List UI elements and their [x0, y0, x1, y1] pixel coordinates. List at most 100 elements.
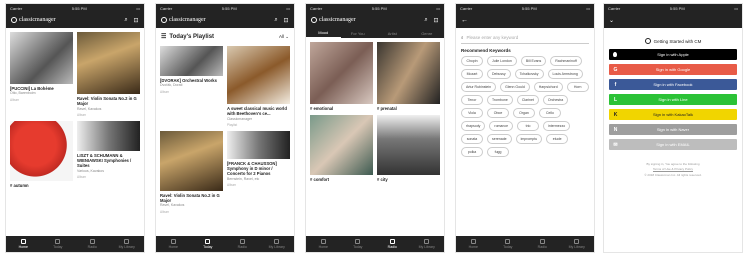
keyword-chip[interactable]: Rachmaninoff [550, 56, 582, 66]
status-bar: Carrier 5:55 PM ▭ [306, 4, 444, 12]
search-icon[interactable]: ⌕ [123, 17, 129, 23]
keyword-chip[interactable]: romance [489, 121, 514, 131]
today-icon [355, 239, 361, 244]
button-label: Sign in with Apple [657, 52, 689, 57]
keyword-chip[interactable]: Organ [513, 108, 535, 118]
keyword-chip[interactable]: Horn [566, 82, 589, 92]
tab-library[interactable]: My Library [260, 236, 295, 252]
search-field[interactable]: ⌕ Please enter any keyword [461, 32, 589, 44]
album-card[interactable]: Ravel: Violin Sonata No.2 in G Major Rav… [77, 32, 140, 117]
mood-grid: # emotional # prenatal # comfort # city [306, 38, 444, 187]
keyword-chip[interactable]: Cello [539, 108, 561, 118]
tab-home[interactable]: Home [156, 236, 191, 252]
tab-genre[interactable]: Genre [410, 28, 445, 38]
keyword-chip[interactable]: Debussy [487, 69, 511, 79]
keyword-chip[interactable]: Orchestra [542, 95, 569, 105]
keyword-chip[interactable]: Oboe [487, 108, 509, 118]
tab-mood[interactable]: Mood [306, 28, 341, 38]
google-signin-button[interactable]: G Sign in with Google [609, 64, 737, 75]
tab-today[interactable]: Today [191, 236, 226, 252]
tab-label: My Library [118, 245, 135, 249]
tab-for-you[interactable]: For You [341, 28, 376, 38]
keyword-chip[interactable]: Clarinet [516, 95, 539, 105]
album-card[interactable]: [DVORAK] Orchestral Works Dvořák, Dorati… [160, 46, 223, 127]
naver-signin-button[interactable]: N Sign in with Naver [609, 124, 737, 135]
lock-icon[interactable]: ⊡ [433, 17, 439, 24]
tab-today[interactable]: Today [41, 236, 76, 252]
app-logo[interactable]: classicmanager [161, 17, 269, 23]
app-logo[interactable]: classicmanager [11, 17, 119, 23]
keyword-chip[interactable]: Mozart [461, 69, 483, 79]
keyword-chip[interactable]: polka [461, 147, 483, 157]
keyword-chip[interactable]: Tchaikovsky [514, 69, 544, 79]
keyword-chip[interactable]: Julie London [487, 56, 517, 66]
tab-today[interactable]: Today [341, 236, 376, 252]
chevron-down-icon[interactable]: ⌄ [609, 17, 614, 24]
radio-icon [239, 239, 245, 244]
album-card[interactable]: Ravel: Violin Sonata No.2 in G Major Rav… [160, 130, 223, 214]
keyword-chip[interactable]: Bill Evans [520, 56, 547, 66]
keyword-chip[interactable]: Glenn Gould [500, 82, 530, 92]
tab-radio[interactable]: Radio [75, 236, 110, 252]
tab-home[interactable]: Home [456, 236, 491, 252]
mood-card[interactable]: # prenatal [377, 42, 440, 111]
tab-radio[interactable]: Radio [375, 236, 410, 252]
tab-today[interactable]: Today [491, 236, 526, 252]
tab-home[interactable]: Home [6, 236, 41, 252]
facebook-signin-button[interactable]: f Sign in with Facebook [609, 79, 737, 90]
terms-link[interactable]: Terms of Use & Privacy Policy [604, 167, 742, 172]
album-artist: Various, Kavakos [77, 168, 104, 173]
status-bar: Carrier 5:55 PM ▭ [156, 4, 294, 12]
keyword-chip[interactable]: rhapsody [461, 121, 486, 131]
keyword-chip[interactable]: Louis Armstrong [547, 69, 583, 79]
keyword-chip[interactable]: impromptu [515, 134, 543, 144]
album-type: Album [77, 175, 87, 179]
mood-card[interactable]: # comfort [310, 115, 373, 182]
keyword-chip[interactable]: Trombone [487, 95, 513, 105]
keyword-chip[interactable]: fugg [487, 147, 509, 157]
mood-card[interactable]: # city [377, 115, 440, 182]
app-logo[interactable]: classicmanager [311, 17, 419, 23]
album-card[interactable]: [PUCCINI] La Bohème Otto, Barenboim Albu… [10, 32, 73, 117]
album-card[interactable]: LISZT & SCHUMANN & WIENIAWSKI Symphonies… [77, 120, 140, 188]
keyword-chip[interactable]: Chopin [461, 56, 483, 66]
tab-radio[interactable]: Radio [225, 236, 260, 252]
search-icon[interactable]: ⌕ [423, 17, 429, 23]
tab-label: Home [318, 245, 328, 249]
keyword-chip[interactable]: Viola [461, 108, 483, 118]
apple-signin-button[interactable]: Sign in with Apple [609, 49, 737, 60]
mood-card[interactable]: # autumn [10, 120, 73, 188]
lock-icon[interactable]: ⊡ [283, 17, 289, 24]
keyword-chip[interactable]: sonata [461, 134, 483, 144]
tab-artist[interactable]: Artist [375, 28, 410, 38]
keyword-chip[interactable]: trio [517, 121, 540, 131]
home-icon [170, 239, 176, 244]
tab-library[interactable]: My Library [410, 236, 445, 252]
email-signin-button[interactable]: ✉ Sign in with EMAIL [609, 139, 737, 150]
playlist-card[interactable]: A sweet classical music world with Beeth… [227, 46, 290, 127]
keyword-chip[interactable]: intermezzo [543, 121, 571, 131]
keyword-chip[interactable]: Tenor [461, 95, 483, 105]
logo-icon [311, 17, 317, 23]
radio-icon [89, 239, 95, 244]
keyword-chip[interactable]: Artur Rubinstein [461, 82, 497, 92]
tab-home[interactable]: Home [306, 236, 341, 252]
keyword-chip[interactable]: Harpsichord [533, 82, 563, 92]
album-card[interactable]: [FRANCK & CHAUSSON] Symphony in D minor … [227, 130, 290, 214]
search-icon[interactable]: ⌕ [273, 17, 279, 23]
mood-card[interactable]: # emotional [310, 42, 373, 111]
keyword-chip[interactable]: etude [546, 134, 569, 144]
filter-dropdown[interactable]: All ⌄ [279, 34, 289, 40]
back-arrow-icon[interactable]: ← [461, 17, 468, 24]
tab-radio[interactable]: Radio [525, 236, 560, 252]
tab-library[interactable]: My Library [560, 236, 595, 252]
line-signin-button[interactable]: L Sign in with Line [609, 94, 737, 105]
carrier-label: Carrier [160, 5, 173, 11]
google-icon: G [613, 66, 618, 73]
keyword-chip[interactable]: serenade [487, 134, 512, 144]
lock-icon[interactable]: ⊡ [133, 17, 139, 24]
tab-library[interactable]: My Library [110, 236, 145, 252]
button-label: Sign in with Facebook [653, 82, 693, 87]
album-artist: Ravel, Kavakos [160, 203, 185, 208]
kakaotalk-signin-button[interactable]: K Sign in with KakaoTalk [609, 109, 737, 120]
